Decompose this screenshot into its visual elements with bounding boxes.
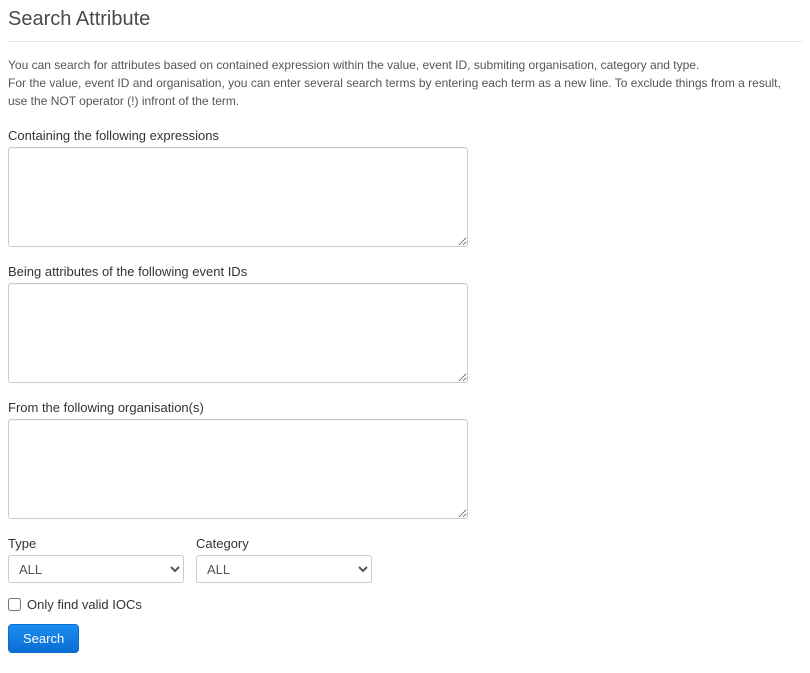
only-iocs-label[interactable]: Only find valid IOCs bbox=[27, 597, 142, 612]
description-line-2: For the value, event ID and organisation… bbox=[8, 74, 802, 110]
event-ids-field-group: Being attributes of the following event … bbox=[8, 264, 802, 386]
organisations-label: From the following organisation(s) bbox=[8, 400, 802, 415]
search-description: You can search for attributes based on c… bbox=[8, 56, 802, 110]
organisations-input[interactable] bbox=[8, 419, 468, 519]
type-category-row: Type ALL Category ALL bbox=[8, 536, 802, 583]
event-ids-input[interactable] bbox=[8, 283, 468, 383]
organisations-field-group: From the following organisation(s) bbox=[8, 400, 802, 522]
type-select[interactable]: ALL bbox=[8, 555, 184, 583]
type-label: Type bbox=[8, 536, 184, 551]
search-button[interactable]: Search bbox=[8, 624, 79, 653]
type-field-group: Type ALL bbox=[8, 536, 184, 583]
event-ids-label: Being attributes of the following event … bbox=[8, 264, 802, 279]
category-select[interactable]: ALL bbox=[196, 555, 372, 583]
expressions-label: Containing the following expressions bbox=[8, 128, 802, 143]
only-iocs-checkbox[interactable] bbox=[8, 598, 21, 611]
only-iocs-row: Only find valid IOCs bbox=[8, 597, 802, 612]
description-line-1: You can search for attributes based on c… bbox=[8, 56, 802, 74]
category-label: Category bbox=[196, 536, 372, 551]
expressions-input[interactable] bbox=[8, 147, 468, 247]
category-field-group: Category ALL bbox=[196, 536, 372, 583]
page-title: Search Attribute bbox=[8, 8, 802, 42]
expressions-field-group: Containing the following expressions bbox=[8, 128, 802, 250]
